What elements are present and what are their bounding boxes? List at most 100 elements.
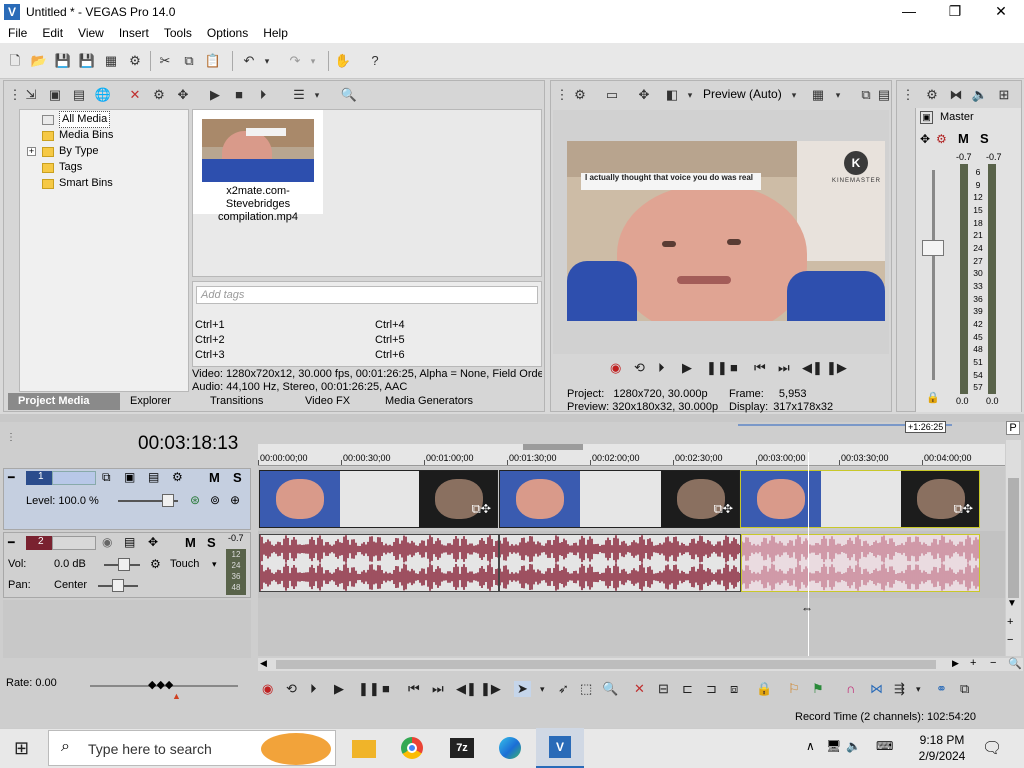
tab-video-fx[interactable]: Video FX [295, 393, 375, 410]
tab-project-media[interactable]: Project Media [8, 393, 120, 410]
tab-media-generators[interactable]: Media Generators [375, 393, 495, 410]
audio-event[interactable] [259, 534, 499, 592]
vegas-taskbar-icon[interactable]: V [536, 728, 584, 768]
trim-start-icon[interactable]: ⊏ [682, 681, 693, 697]
shortcut-ctrl2[interactable]: Ctrl+2 [195, 333, 225, 348]
audio-event[interactable] [741, 534, 980, 592]
vertical-scrollbar[interactable]: ▼ + − [1006, 440, 1021, 656]
redo-dropdown-icon[interactable]: ▾ [304, 52, 322, 70]
redo-icon[interactable]: ↷ [286, 52, 304, 70]
ripple-dropdown-icon[interactable]: ▾ [916, 681, 921, 697]
go-to-end-button[interactable]: ⏭ [778, 360, 790, 376]
menu-insert[interactable]: Insert [111, 26, 156, 40]
undo-dropdown-icon[interactable]: ▾ [258, 52, 276, 70]
audio-solo-button[interactable]: S [207, 535, 216, 550]
mixer-settings-icon[interactable]: ⚙ [923, 86, 941, 104]
vol-slider-handle[interactable] [118, 558, 130, 571]
split-screen-icon[interactable]: ✥ [635, 86, 653, 104]
lock-icon[interactable]: 🔒 [926, 391, 940, 404]
envelope-tool-icon[interactable]: ➶ [558, 681, 569, 697]
automation-settings-icon[interactable]: ⚙ [150, 557, 161, 571]
track-fx-icon[interactable]: ▤ [124, 535, 135, 549]
scroll-right-icon[interactable]: ▶ [952, 658, 959, 669]
downmix-icon[interactable]: ⧓ [947, 86, 965, 104]
horizontal-scroll-thumb[interactable] [276, 660, 936, 669]
keyboard-icon[interactable]: ⌨ [876, 739, 893, 753]
insert-marker-icon[interactable]: ⚐ [788, 681, 800, 697]
shortcut-ctrl6[interactable]: Ctrl+6 [375, 348, 405, 363]
save-as-icon[interactable]: 💾 [78, 52, 96, 70]
vertical-scroll-thumb[interactable] [1008, 478, 1019, 598]
track-motion-icon[interactable]: ▣ [124, 470, 135, 484]
plugin-manager-icon[interactable]: ✋ [334, 52, 352, 70]
shortcut-ctrl5[interactable]: Ctrl+5 [375, 333, 405, 348]
edge-taskbar-icon[interactable] [492, 732, 528, 764]
tree-smart-bins[interactable]: Smart Bins [42, 176, 113, 191]
time-ruler[interactable]: 00:00:00;00 00:00:30;00 00:01:00;00 00:01:3… [258, 444, 1005, 466]
import-media-icon[interactable]: ⇲ [22, 86, 40, 104]
event-pan-crop-icon[interactable]: ⧉✥ [471, 501, 491, 517]
overlays-dropdown-icon[interactable]: ▾ [829, 86, 847, 104]
markers-icon[interactable]: P [1006, 421, 1020, 435]
track-name-field[interactable] [52, 536, 96, 550]
level-slider-handle[interactable] [162, 494, 174, 507]
track-settings-icon[interactable]: ⚙ [172, 470, 183, 484]
preview-stop-icon[interactable]: ■ [230, 86, 248, 104]
panel-splitter[interactable] [0, 414, 1024, 422]
rate-slider-handle[interactable]: ◆◆◆ [148, 678, 173, 691]
record-button[interactable]: ◉ [262, 681, 273, 697]
loop-playback-button[interactable]: ⟲ [286, 681, 297, 697]
capture-video-icon[interactable]: ▣ [46, 86, 64, 104]
tree-expander-icon[interactable]: + [27, 147, 36, 156]
preview-frame[interactable]: I actually thought that voice you do was… [567, 141, 885, 321]
clock[interactable]: 9:18 PM 2/9/2024 [916, 732, 968, 764]
automation-mode[interactable]: Touch [170, 558, 199, 570]
previous-frame-button[interactable]: ◀❚ [802, 360, 823, 376]
track-routing-icon[interactable]: ✥ [148, 535, 158, 549]
notifications-icon[interactable]: 🗨 [982, 738, 1002, 758]
shortcut-ctrl1[interactable]: Ctrl+1 [195, 318, 225, 333]
menu-edit[interactable]: Edit [34, 26, 70, 40]
master-fx-icon[interactable]: ⚙ [936, 132, 947, 146]
render-as-icon[interactable]: ▦ [102, 52, 120, 70]
event-pan-crop-icon[interactable]: ⧉✥ [953, 501, 973, 517]
next-frame-button[interactable]: ❚▶ [826, 360, 847, 376]
track-minimize-icon[interactable]: ━ [8, 536, 15, 549]
tab-explorer[interactable]: Explorer [120, 393, 200, 410]
zoom-out-horizontal-icon[interactable]: − [990, 657, 996, 669]
scroll-down-icon[interactable]: ▼ [1007, 598, 1017, 609]
7zip-taskbar-icon[interactable]: 7z [444, 732, 480, 764]
lock-envelopes-icon[interactable]: ⚭ [936, 681, 947, 697]
preview-quality-select[interactable]: Preview (Auto) [703, 87, 782, 101]
media-item[interactable]: x2mate.com-Stevebridges compilation.mp4 [193, 110, 323, 223]
copy-snapshot-icon[interactable]: ⧉ [857, 86, 875, 104]
master-fader-handle[interactable] [922, 240, 944, 256]
ripple-edit-icon[interactable]: ⇶ [894, 681, 905, 697]
shortcut-ctrl3[interactable]: Ctrl+3 [195, 348, 225, 363]
audio-mute-button[interactable]: M [185, 535, 196, 550]
automation-dropdown-icon[interactable]: ▾ [212, 559, 217, 570]
timeline-timecode[interactable]: 00:03:18:13 [138, 433, 238, 455]
search-media-icon[interactable]: 🔍 [340, 86, 358, 104]
tree-media-bins[interactable]: Media Bins [42, 128, 113, 143]
loop-button[interactable]: ⟲ [634, 360, 645, 376]
chrome-taskbar-icon[interactable] [394, 732, 430, 764]
video-event[interactable]: ⧉✥ [499, 470, 740, 528]
shortcut-ctrl4[interactable]: Ctrl+4 [375, 318, 405, 333]
overlays-icon[interactable]: ▦ [809, 86, 827, 104]
pause-button[interactable]: ❚❚ [358, 681, 380, 697]
tab-transitions[interactable]: Transitions [200, 393, 295, 410]
master-solo-button[interactable]: S [980, 131, 989, 146]
menu-view[interactable]: View [70, 26, 111, 40]
tree-all-media[interactable]: All Media [42, 111, 111, 128]
delete-icon[interactable]: ✕ [634, 681, 645, 697]
insert-region-icon[interactable]: ⚑ [812, 681, 824, 697]
edit-tool-dropdown-icon[interactable]: ▾ [540, 681, 545, 697]
play-from-start-button[interactable]: ⏵ [310, 681, 317, 697]
views-icon[interactable]: ☰ [290, 86, 308, 104]
expand-icon[interactable]: ⊕ [230, 493, 240, 507]
composite-child-icon[interactable]: ⊛ [190, 493, 200, 507]
video-event[interactable]: ⧉✥ [740, 470, 980, 528]
track-minimize-icon[interactable]: ━ [8, 471, 15, 484]
tree-by-type[interactable]: By Type [42, 144, 99, 159]
